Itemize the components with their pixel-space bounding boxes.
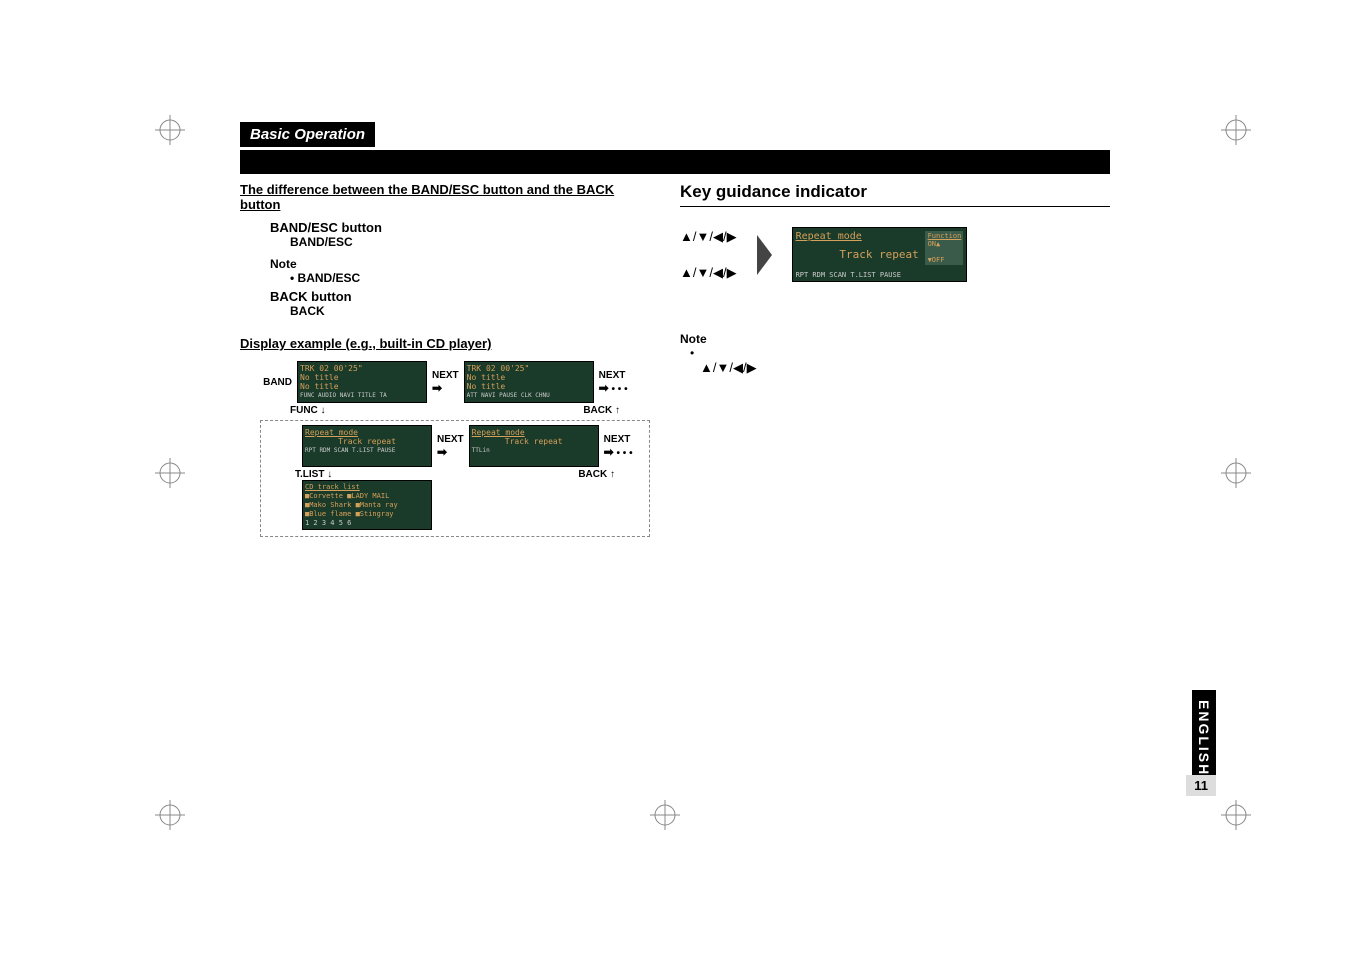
back-label-2: BACK ↑ [578,469,615,480]
language-tab: ENGLISH [1192,690,1216,786]
back-label: BACK ↑ [583,405,620,416]
section-title: Basic Operation [240,122,375,147]
back-heading: BACK button [270,289,640,304]
arrows-indicator-2: ▲/▼/◀/▶ [680,265,737,281]
back-text: BACK [290,304,640,318]
arrow-right-icon [604,448,614,459]
crop-mark-icon [155,800,185,830]
page-content: Basic Operation The difference between t… [240,150,1110,536]
note-label: Note [270,257,640,271]
lcd-cd-main: TRK 02 00'25" No title No title FUNC AUD… [297,361,427,403]
arrows-note: ▲/▼/◀/▶ [700,360,757,376]
lcd-key-guidance: Repeat mode Track repeat Function ON▲ ▼O… [792,227,967,282]
crop-mark-icon [155,115,185,145]
func-label: FUNC ↓ [290,405,326,416]
page-number: 11 [1186,775,1216,796]
arrow-right-icon [437,448,447,459]
arrows-indicator-1: ▲/▼/◀/▶ [680,229,737,245]
lcd-function-2: Repeat mode Track repeat TTLin [469,425,599,467]
note-text: • BAND/ESC [290,271,640,285]
lcd-tracklist: CD track list ■Corvette ■LADY MAIL ■Mako… [302,480,432,530]
crop-mark-icon [155,458,185,488]
next-label-2: NEXT • • • [599,370,628,395]
crop-mark-icon [650,800,680,830]
next-label: NEXT [432,370,459,395]
lcd-function: Repeat mode Track repeat RPT RDM SCAN T.… [302,425,432,467]
left-column: The difference between the BAND/ESC butt… [240,182,640,536]
key-guidance-heading: Key guidance indicator [680,182,1110,207]
diff-heading: The difference between the BAND/ESC butt… [240,182,640,212]
tlist-label: T.LIST ↓ [295,469,332,480]
arrow-right-icon [432,384,442,395]
crop-mark-icon [1221,800,1251,830]
bandesc-heading: BAND/ESC button [270,220,640,235]
right-column: Key guidance indicator ▲/▼/◀/▶ ▲/▼/◀/▶ R… [680,182,1110,536]
bandesc-text: BAND/ESC [290,235,640,249]
crop-mark-icon [1221,458,1251,488]
section-header-bar: Basic Operation [240,150,1110,174]
band-label: BAND [260,377,292,388]
pointer-triangle-icon [757,235,772,275]
crop-mark-icon [1221,115,1251,145]
arrow-right-icon [599,384,609,395]
dotted-function-box: Repeat mode Track repeat RPT RDM SCAN T.… [260,420,650,537]
display-diagram: BAND TRK 02 00'25" No title No title FUN… [260,361,650,536]
note-label-right: Note [680,332,1110,346]
lcd-cd-main-2: TRK 02 00'25" No title No title ATT NAVI… [464,361,594,403]
display-example-heading: Display example (e.g., built-in CD playe… [240,336,640,351]
